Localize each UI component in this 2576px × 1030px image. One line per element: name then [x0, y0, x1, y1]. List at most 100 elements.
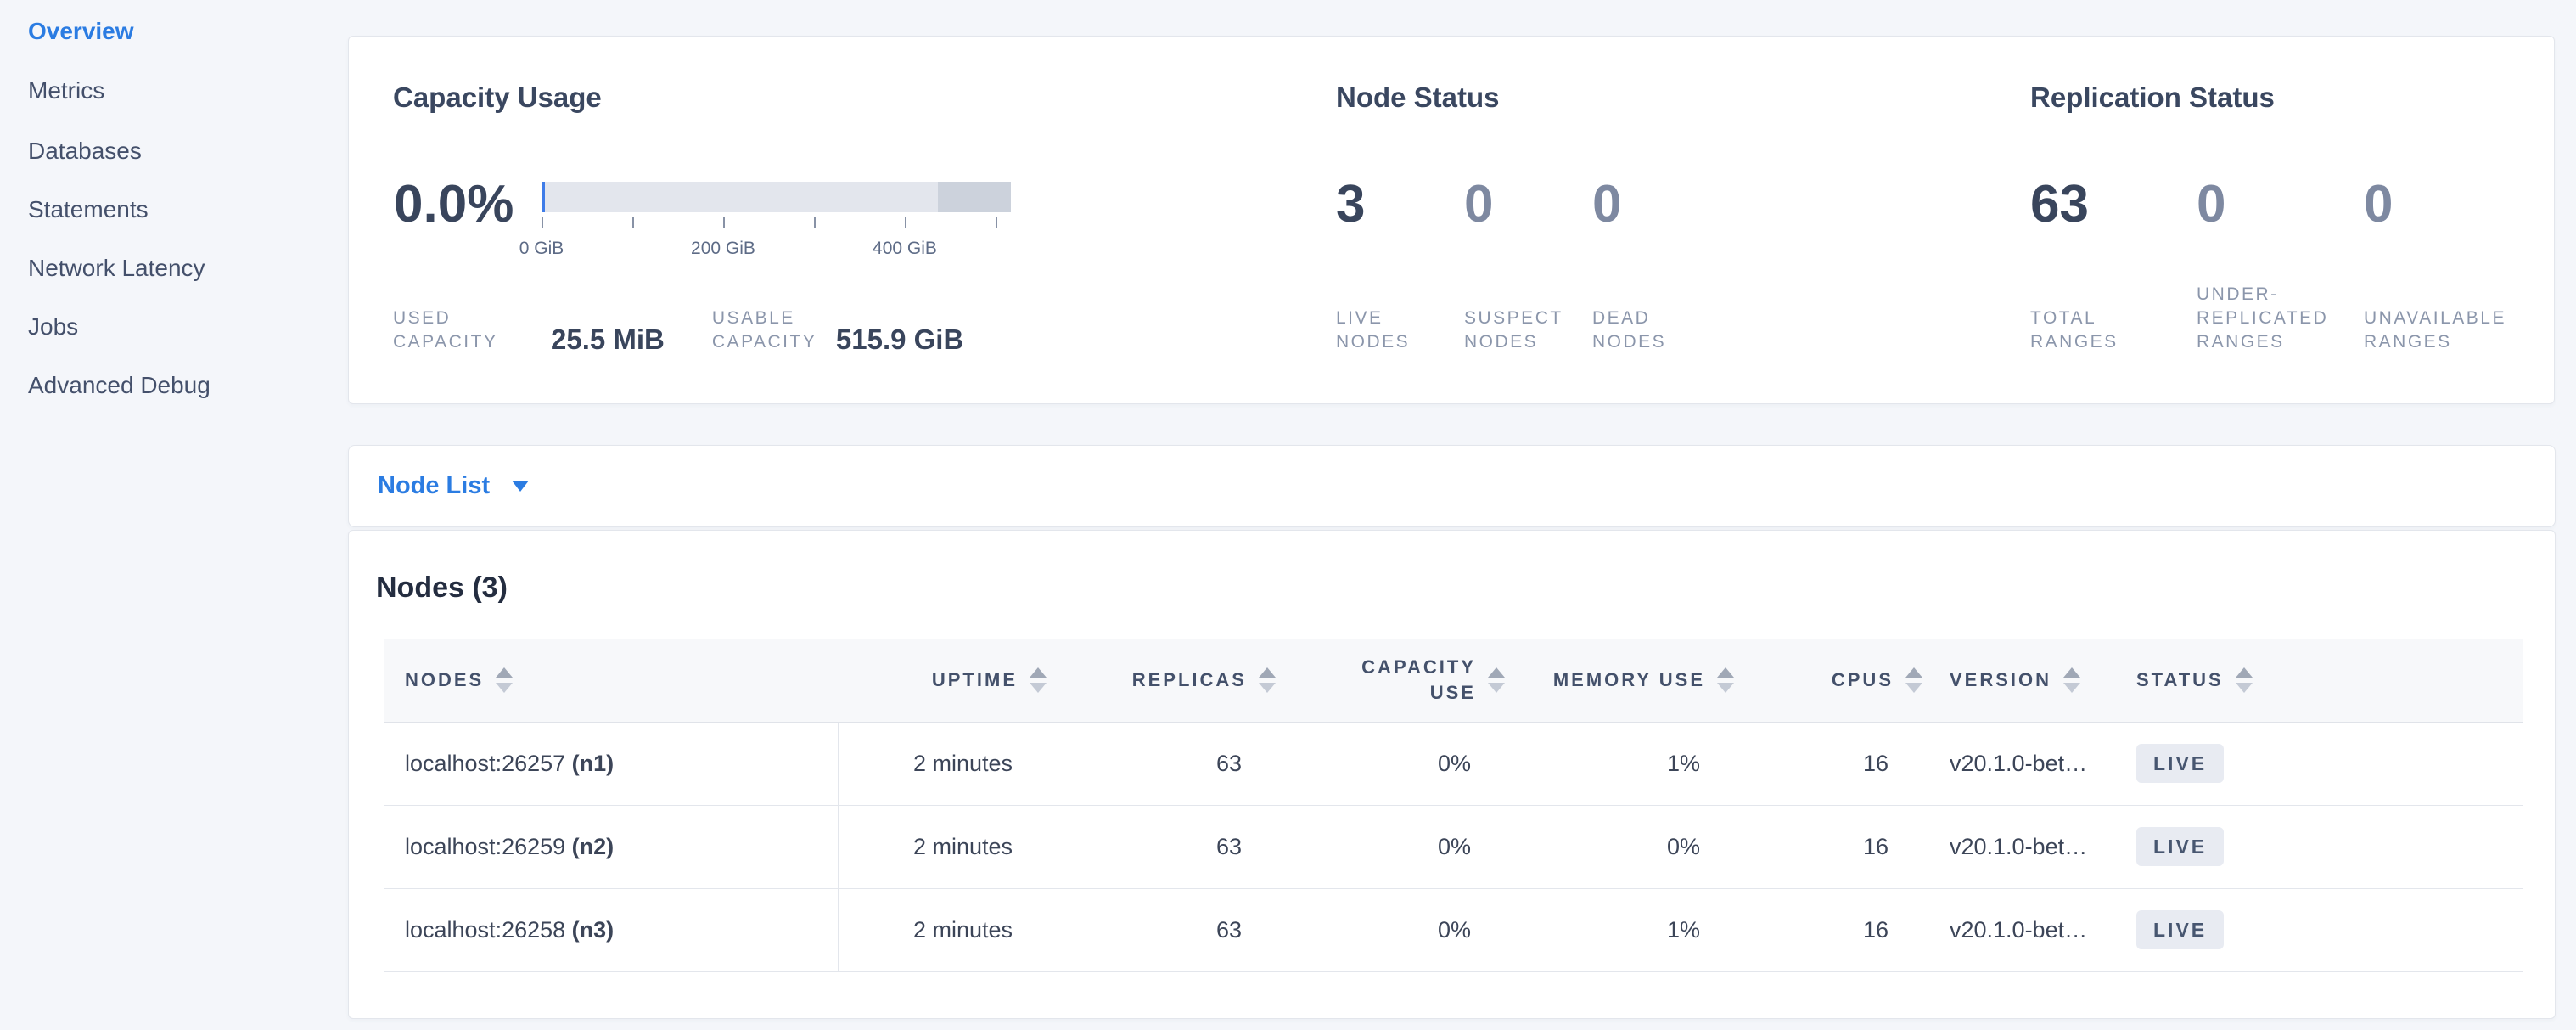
capacity-percent-row: 0.0%: [394, 177, 514, 232]
sidebar-item-metrics[interactable]: Metrics: [28, 74, 104, 108]
sort-icon: [2236, 667, 2253, 693]
column-header-replicas[interactable]: REPLICAS: [1053, 639, 1282, 722]
uptime-cell: 2 minutes: [838, 888, 1053, 971]
sidebar-item-network-latency[interactable]: Network Latency: [28, 251, 205, 285]
version-cell: v20.1.0-bet…: [1929, 722, 2123, 805]
node-address[interactable]: localhost:26259: [405, 834, 565, 859]
total-ranges-value: 63: [2030, 177, 2197, 232]
live-nodes-metric: 3 LIVE NODES: [1336, 177, 1464, 354]
column-header-status-label: STATUS: [2136, 667, 2224, 693]
version-cell: v20.1.0-bet…: [1929, 888, 2123, 971]
used-capacity-value: 25.5 MiB: [551, 325, 665, 354]
capacity-stats: USED CAPACITY 25.5 MiB USABLE CAPACITY 5…: [393, 307, 963, 354]
column-header-memory-use-label: MEMORY USE: [1553, 667, 1705, 693]
table-row-node-2[interactable]: localhost:26259 (n2) 2 minutes 63 0% 0% …: [384, 805, 2523, 888]
total-ranges-label: TOTAL RANGES: [2030, 307, 2197, 354]
replicas-cell: 63: [1053, 888, 1282, 971]
gauge-tick: [723, 217, 725, 228]
gauge-tick: [542, 217, 543, 228]
suspect-nodes-metric: 0 SUSPECT NODES: [1464, 177, 1592, 354]
dead-nodes-label: DEAD NODES: [1592, 307, 1728, 354]
cpus-cell: 16: [1741, 722, 1929, 805]
replication-metrics: 63 TOTAL RANGES 0 UNDER- REPLICATED RANG…: [2030, 177, 2542, 354]
nodes-table: NODES UPTIME REPLICAS CAPACITY USE M: [384, 639, 2523, 972]
capacity-percent-value: 0.0%: [394, 177, 514, 232]
node-list-dropdown[interactable]: Node List: [349, 446, 2555, 526]
sidebar-item-databases[interactable]: Databases: [28, 134, 142, 168]
table-row-node-3[interactable]: localhost:26258 (n3) 2 minutes 63 0% 1% …: [384, 888, 2523, 971]
capacity-gauge-reserved-segment: [938, 182, 1011, 212]
cluster-summary-card: Capacity Usage 0.0% 0 GiB 200 GiB 400 Gi…: [348, 36, 2555, 404]
under-replicated-ranges-metric: 0 UNDER- REPLICATED RANGES: [2197, 177, 2364, 354]
cpus-cell: 16: [1741, 805, 1929, 888]
sort-icon: [1030, 667, 1047, 693]
node-address[interactable]: localhost:26258: [405, 917, 565, 943]
node-list-dropdown-label: Node List: [378, 472, 490, 500]
column-header-nodes[interactable]: NODES: [384, 639, 838, 722]
column-header-uptime-label: UPTIME: [932, 667, 1018, 693]
usable-capacity-label: USABLE CAPACITY: [712, 307, 836, 354]
cpus-cell: 16: [1741, 888, 1929, 971]
column-header-version[interactable]: VERSION: [1929, 639, 2123, 722]
under-replicated-ranges-label: UNDER- REPLICATED RANGES: [2197, 283, 2364, 354]
node-address[interactable]: localhost:26257: [405, 751, 565, 776]
unavailable-ranges-label: UNAVAILABLE RANGES: [2364, 307, 2542, 354]
node-status-title: Node Status: [1336, 82, 1500, 114]
under-replicated-ranges-value: 0: [2197, 177, 2364, 232]
node-id: (n2): [572, 834, 615, 859]
capacity-gauge-used-segment: [542, 182, 545, 212]
column-header-memory-use[interactable]: MEMORY USE: [1512, 639, 1741, 722]
column-header-cpus[interactable]: CPUS: [1741, 639, 1929, 722]
capacity-use-cell: 0%: [1282, 722, 1512, 805]
gauge-tick: [632, 217, 634, 228]
gauge-tick-label-0: 0 GiB: [519, 239, 564, 259]
capacity-gauge: [542, 182, 1011, 212]
sidebar-item-advanced-debug[interactable]: Advanced Debug: [28, 369, 210, 402]
gauge-tick: [905, 217, 906, 228]
replicas-cell: 63: [1053, 722, 1282, 805]
live-nodes-value: 3: [1336, 177, 1464, 232]
sort-icon: [2063, 667, 2080, 693]
column-header-capacity-use[interactable]: CAPACITY USE: [1282, 639, 1512, 722]
uptime-cell: 2 minutes: [838, 722, 1053, 805]
column-header-capacity-use-label: CAPACITY USE: [1349, 655, 1476, 706]
gauge-tick-label-200: 200 GiB: [691, 239, 755, 259]
table-row-node-1[interactable]: localhost:26257 (n1) 2 minutes 63 0% 1% …: [384, 722, 2523, 805]
uptime-cell: 2 minutes: [838, 805, 1053, 888]
node-list-selector-card: Node List: [348, 445, 2556, 527]
column-header-nodes-label: NODES: [405, 667, 484, 693]
total-ranges-metric: 63 TOTAL RANGES: [2030, 177, 2197, 354]
sort-icon: [1488, 667, 1505, 693]
sidebar-item-overview[interactable]: Overview: [28, 14, 134, 48]
column-header-replicas-label: REPLICAS: [1132, 667, 1247, 693]
dead-nodes-metric: 0 DEAD NODES: [1592, 177, 1728, 354]
node-id: (n3): [572, 917, 615, 943]
suspect-nodes-label: SUSPECT NODES: [1464, 307, 1592, 354]
version-cell: v20.1.0-bet…: [1929, 805, 2123, 888]
capacity-usage-title: Capacity Usage: [393, 82, 602, 114]
status-badge: LIVE: [2136, 910, 2224, 949]
capacity-use-cell: 0%: [1282, 805, 1512, 888]
table-header-row: NODES UPTIME REPLICAS CAPACITY USE M: [384, 639, 2523, 722]
unavailable-ranges-value: 0: [2364, 177, 2542, 232]
sort-icon: [1259, 667, 1276, 693]
node-id: (n1): [572, 751, 615, 776]
sort-icon: [1717, 667, 1734, 693]
sidebar-item-jobs[interactable]: Jobs: [28, 310, 78, 344]
gauge-tick: [814, 217, 816, 228]
gauge-tick-label-400: 400 GiB: [873, 239, 937, 259]
column-header-status[interactable]: STATUS: [2123, 639, 2523, 722]
column-header-cpus-label: CPUS: [1832, 667, 1894, 693]
status-badge: LIVE: [2136, 744, 2224, 783]
live-nodes-label: LIVE NODES: [1336, 307, 1464, 354]
sort-icon: [496, 667, 513, 693]
sidebar-item-statements[interactable]: Statements: [28, 193, 149, 227]
memory-use-cell: 1%: [1512, 722, 1741, 805]
replication-status-title: Replication Status: [2030, 82, 2275, 114]
chevron-down-icon: [512, 481, 529, 492]
unavailable-ranges-metric: 0 UNAVAILABLE RANGES: [2364, 177, 2542, 354]
memory-use-cell: 0%: [1512, 805, 1741, 888]
column-header-uptime[interactable]: UPTIME: [838, 639, 1053, 722]
sort-icon: [1905, 667, 1922, 693]
usable-capacity-value: 515.9 GiB: [836, 325, 963, 354]
